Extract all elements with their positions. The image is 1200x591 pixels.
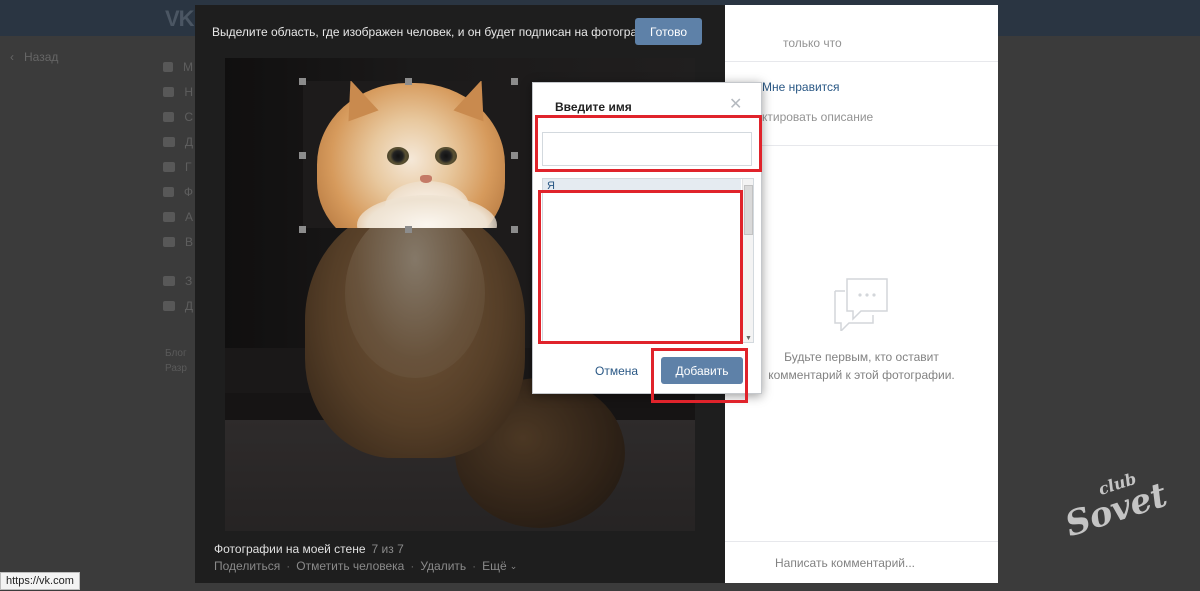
cat-nose: [420, 175, 432, 183]
photo-counter: 7 из 7: [371, 542, 404, 556]
menu-item-label: З: [185, 273, 193, 288]
photo-actions: Поделиться · Отметить человека · Удалить…: [214, 559, 518, 573]
cancel-button[interactable]: Отмена: [595, 364, 638, 378]
left-menu: М Н С Д Г Ф А В З Д: [163, 54, 193, 318]
highlight-name-input: [535, 115, 762, 172]
album-info: Фотографии на моей стене 7 из 7: [214, 542, 404, 556]
done-button[interactable]: Готово: [635, 18, 702, 45]
selection-area[interactable]: [303, 81, 515, 228]
menu-item-label: Ф: [183, 184, 193, 199]
share-link[interactable]: Поделиться: [214, 559, 280, 573]
menu-item-label: А: [184, 209, 193, 224]
resize-handle[interactable]: [405, 226, 412, 233]
cat-eye: [387, 147, 409, 165]
popup-title: Введите имя: [555, 100, 632, 114]
highlight-friends-list: [538, 190, 743, 344]
chevron-left-icon: ‹: [10, 50, 14, 64]
footer-link-blog[interactable]: Блог: [165, 346, 187, 361]
menu-item[interactable]: Ф: [163, 179, 193, 204]
menu-item[interactable]: С: [163, 104, 193, 129]
menu-item-label: М: [183, 59, 193, 74]
menu-item[interactable]: Г: [163, 154, 193, 179]
menu-item-label: Д: [184, 134, 193, 149]
back-link[interactable]: ‹ Назад: [10, 50, 58, 64]
menu-icon: [163, 161, 175, 172]
delete-link[interactable]: Удалить: [420, 559, 466, 573]
resize-handle[interactable]: [299, 78, 306, 85]
menu-icon: [163, 111, 175, 122]
menu-item[interactable]: З: [163, 268, 193, 293]
close-icon[interactable]: ✕: [729, 97, 742, 113]
resize-handle[interactable]: [299, 226, 306, 233]
menu-icon: [163, 186, 174, 197]
resize-handle[interactable]: [405, 78, 412, 85]
resize-handle[interactable]: [511, 226, 518, 233]
menu-icon: [163, 61, 173, 72]
menu-item-label: Г: [185, 159, 192, 174]
cat-face: [317, 81, 505, 228]
menu-item-label: С: [184, 109, 193, 124]
resize-handle[interactable]: [511, 78, 518, 85]
menu-icon: [163, 236, 175, 247]
edit-description-link[interactable]: ктировать описание: [762, 110, 873, 124]
menu-item[interactable]: В: [163, 229, 193, 254]
post-time: только что: [783, 36, 842, 50]
status-bar-url: https://vk.com: [0, 572, 80, 590]
menu-item-label: Н: [184, 84, 193, 99]
tag-instruction: Выделите область, где изображен человек,…: [212, 25, 664, 39]
cat-eye: [435, 147, 457, 165]
no-comments-message: Будьте первым, кто оставит комментарий к…: [768, 350, 955, 382]
comments-panel: только что Мне нравится ктировать описан…: [725, 5, 998, 583]
chevron-down-icon: ⌄: [509, 560, 518, 571]
vk-logo[interactable]: VK: [165, 6, 195, 32]
resize-handle[interactable]: [299, 152, 306, 159]
like-link[interactable]: Мне нравится: [762, 80, 840, 94]
footer-link-dev[interactable]: Разр: [165, 361, 187, 376]
back-link-label: Назад: [24, 50, 59, 64]
menu-icon: [163, 300, 175, 311]
scroll-thumb[interactable]: [744, 185, 753, 235]
comment-input[interactable]: Написать комментарий...: [775, 556, 915, 570]
tag-person-link[interactable]: Отметить человека: [296, 559, 404, 573]
menu-icon: [163, 136, 175, 147]
album-title[interactable]: Фотографии на моей стене: [214, 542, 366, 556]
menu-item[interactable]: М: [163, 54, 193, 79]
more-link[interactable]: Ещё: [482, 559, 507, 573]
menu-item-label: В: [184, 234, 193, 249]
menu-item-label: Д: [184, 298, 193, 313]
menu-icon: [163, 211, 175, 222]
menu-icon: [163, 275, 175, 286]
menu-item[interactable]: Н: [163, 79, 193, 104]
footer-links: Блог Разр: [165, 346, 187, 376]
menu-item[interactable]: А: [163, 204, 193, 229]
scrollbar[interactable]: ▼: [742, 179, 753, 342]
menu-item[interactable]: Д: [163, 293, 193, 318]
resize-handle[interactable]: [511, 152, 518, 159]
highlight-add-button: [651, 348, 748, 403]
menu-item[interactable]: Д: [163, 129, 193, 154]
menu-icon: [163, 86, 175, 97]
comments-icon: [833, 277, 889, 336]
scroll-down-icon[interactable]: ▼: [745, 335, 752, 342]
